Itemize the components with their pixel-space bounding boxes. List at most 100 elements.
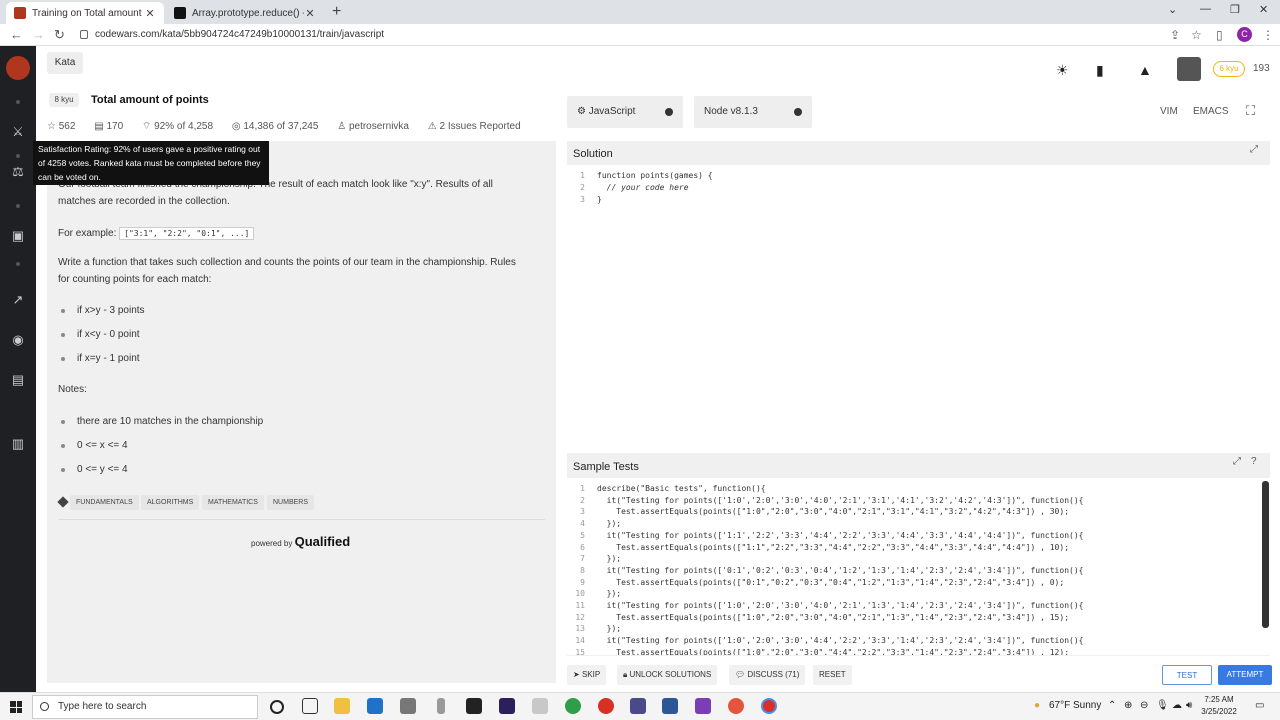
practice-icon[interactable]: ⚖	[9, 164, 27, 180]
line-number: 3	[580, 195, 585, 204]
line-number: 12	[575, 612, 585, 622]
chat-icon[interactable]: ▤	[9, 372, 27, 388]
camera-icon[interactable]	[400, 698, 416, 714]
solution-editor[interactable]: 1 function points(games) { 2 // your cod…	[567, 165, 1270, 442]
expand-icon[interactable]: ⤢	[1250, 144, 1258, 155]
tab-title: Training on Total amount of poin	[32, 7, 144, 19]
clock[interactable]: 7:25 AM 3/25/2022	[1195, 694, 1243, 718]
premiere-icon[interactable]	[499, 698, 515, 714]
notifications-icon[interactable]: ▭	[1255, 700, 1264, 711]
4k-app-icon[interactable]	[466, 698, 482, 714]
tag-numbers[interactable]: NUMBERS	[267, 495, 315, 510]
test-button[interactable]: TEST	[1162, 665, 1212, 685]
unlock-solutions-button[interactable]: 🔒︎ UNLOCK SOLUTIONS	[617, 665, 718, 685]
restore-icon[interactable]: ❐	[1230, 3, 1240, 16]
close-tab-icon[interactable]: ✕	[144, 7, 156, 20]
bullet	[61, 468, 65, 472]
theme-sun-icon[interactable]: ☀	[1056, 62, 1069, 79]
time: 7:25 AM	[1204, 695, 1234, 704]
discuss-button[interactable]: 💬︎ DISCUSS (71)	[729, 665, 806, 685]
vim-mode-button[interactable]: VIM	[1160, 106, 1178, 117]
back-icon[interactable]: ←	[10, 27, 23, 42]
tag-algorithms[interactable]: ALGORITHMS	[141, 495, 200, 510]
emacs-mode-button[interactable]: EMACS	[1193, 106, 1229, 117]
left-nav-rail: ⚔ ⚖ ▣ ↗ ◉ ▤ ▥	[0, 46, 36, 692]
browser-tab-active[interactable]: Training on Total amount of poin ✕	[6, 2, 164, 24]
briefcase-icon[interactable]: ▣	[9, 228, 27, 244]
note-item: 0 <= x <= 4	[77, 440, 128, 451]
browser-tab-mdn[interactable]: Array.prototype.reduce() - JavaSc ✕	[166, 2, 324, 24]
train-icon[interactable]: ⚔	[9, 124, 27, 140]
menu-icon[interactable]: ⋮	[1262, 28, 1274, 42]
example-line: For example: ["3:1", "2:2", "0:1", ...]	[58, 227, 255, 240]
minimize-icon[interactable]: —	[1200, 3, 1211, 15]
bookmark-star-icon[interactable]: ☆	[1191, 28, 1202, 42]
close-tab-icon[interactable]: ✕	[304, 7, 316, 20]
author-stat[interactable]: ♙ petrosernivka	[337, 121, 417, 132]
code-line: Test.assertEquals(points(["0:1","0:2","0…	[597, 577, 1065, 587]
visual-studio-icon[interactable]	[695, 698, 711, 714]
share-icon[interactable]: ⇪	[1170, 28, 1180, 42]
expand-icon[interactable]: ⤢	[1233, 456, 1241, 467]
app-icon[interactable]	[437, 698, 445, 714]
chrome-active-icon[interactable]	[761, 698, 777, 714]
language-select[interactable]: ⚙ JavaScript	[567, 96, 683, 128]
notifications-bell-icon[interactable]: ▲	[1138, 62, 1152, 78]
powered-by-qualified[interactable]: powered by Qualified	[251, 534, 350, 549]
fullscreen-icon[interactable]: ⛶	[1246, 103, 1255, 119]
volume-icon[interactable]: 🔊︎	[1186, 700, 1192, 711]
weather-text[interactable]: 67°F Sunny	[1049, 700, 1101, 711]
app-icon[interactable]	[728, 698, 744, 714]
trending-icon[interactable]: ↗	[9, 292, 27, 308]
reload-icon[interactable]: ↻	[54, 27, 65, 43]
rule-item: if x=y - 1 point	[77, 353, 140, 364]
editor-scrollbar[interactable]	[1262, 481, 1269, 628]
solution-title: Solution	[573, 148, 613, 160]
user-avatar[interactable]	[1177, 57, 1201, 81]
attempt-button[interactable]: ATTEMPT	[1218, 665, 1272, 685]
docs-book-icon[interactable]: ▥	[9, 436, 27, 452]
chrome-icon[interactable]	[565, 698, 581, 714]
app-icon[interactable]	[532, 698, 548, 714]
file-explorer-icon[interactable]	[334, 698, 350, 714]
task-view-icon[interactable]	[302, 698, 318, 714]
help-icon[interactable]: ?	[1251, 456, 1257, 467]
chrome-icon[interactable]	[598, 698, 614, 714]
note-item: there are 10 matches in the championship	[77, 416, 264, 427]
sample-tests-editor[interactable]: 1 describe("Basic tests", function(){2 it…	[567, 478, 1270, 655]
code-line: });	[597, 589, 622, 599]
cortana-icon[interactable]	[270, 700, 284, 714]
discord-icon[interactable]: ◉	[9, 332, 27, 348]
bookmarks-icon[interactable]: ▮	[1096, 62, 1104, 79]
app-icon[interactable]	[630, 698, 646, 714]
version-label: Node v8.1.3	[704, 106, 758, 117]
taskbar-search[interactable]: Type here to search	[32, 695, 258, 719]
tray-chevron-icon[interactable]: ⌃	[1108, 700, 1116, 711]
tag-mathematics[interactable]: MATHEMATICS	[202, 495, 264, 510]
forward-icon[interactable]: →	[32, 27, 45, 42]
microphone-icon[interactable]: 🎙︎	[1156, 700, 1169, 711]
tray-app-icon[interactable]: ⊖	[1140, 700, 1148, 711]
reset-button[interactable]: RESET	[813, 665, 852, 685]
mail-icon[interactable]	[367, 698, 383, 714]
windows-start-icon[interactable]	[10, 701, 22, 713]
issues-stat[interactable]: ⚠ 2 Issues Reported	[428, 121, 529, 132]
skip-button[interactable]: ➤ SKIP	[567, 665, 607, 685]
network-icon[interactable]: ☁	[1172, 700, 1182, 711]
profile-avatar[interactable]: C	[1237, 27, 1252, 42]
close-window-icon[interactable]: ✕	[1259, 3, 1268, 16]
sidebar-icon[interactable]: ▯	[1216, 28, 1223, 42]
bookmarks-stat[interactable]: ▤ 170	[94, 121, 131, 132]
url-field[interactable]: codewars.com/kata/5bb904724c47249b100001…	[95, 29, 384, 40]
tray-app-icon[interactable]: ⊕	[1124, 700, 1132, 711]
stars-stat[interactable]: ☆ 562	[47, 121, 83, 132]
code-line: });	[597, 554, 622, 564]
tag-fundamentals[interactable]: FUNDAMENTALS	[70, 495, 139, 510]
word-icon[interactable]	[662, 698, 678, 714]
codewars-logo-icon[interactable]	[6, 56, 30, 80]
new-tab-icon[interactable]: +	[332, 3, 341, 21]
satisfaction-stat[interactable]: ⌔ 92% of 4,258	[142, 121, 221, 132]
tab-search-icon[interactable]: ⌄	[1168, 3, 1177, 16]
version-select[interactable]: Node v8.1.3	[694, 96, 812, 128]
kata-nav-tab[interactable]: Kata	[47, 52, 83, 74]
